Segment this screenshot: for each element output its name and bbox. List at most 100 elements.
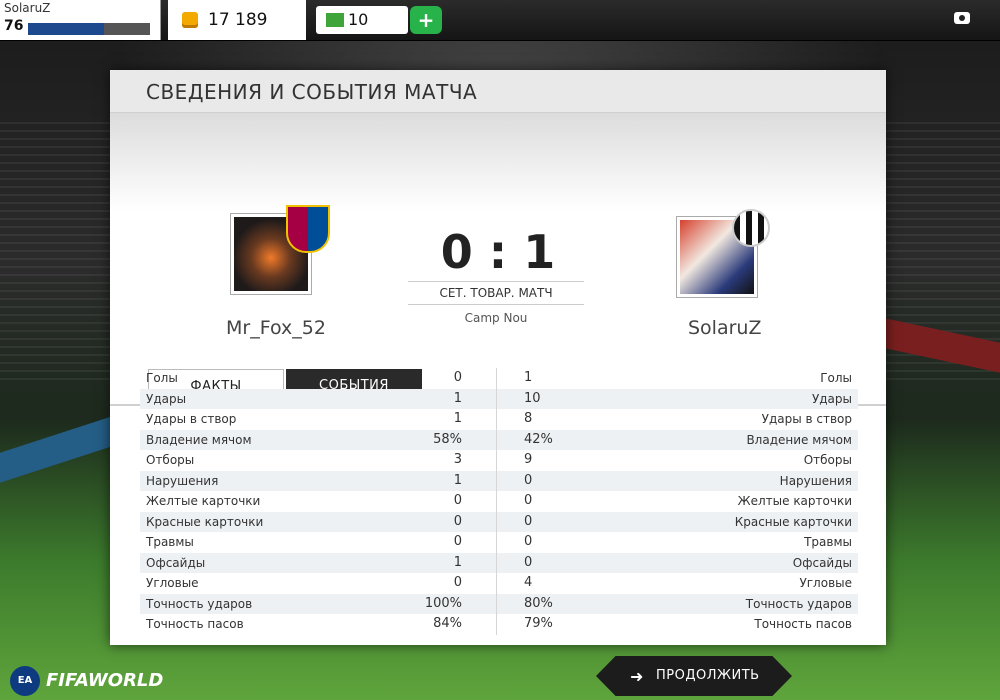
stat-row: Точность пасов 84% 79% Точность пасов [140,614,858,635]
ea-badge: EA [10,666,40,696]
stat-label-home: Удары [146,391,187,406]
stat-row: Офсайды 1 0 Офсайды [140,552,858,573]
stat-divider [496,573,497,594]
stat-row: Удары в створ 1 8 Удары в створ [140,409,858,430]
stat-value-home: 100% [424,595,462,611]
home-team-name: Mr_Fox_52 [226,317,326,339]
stat-divider [496,614,497,635]
player-name: SolaruZ [4,1,51,15]
coins-value: 17 189 [208,10,268,30]
stat-label-away: Голы [820,371,852,385]
stat-label-home: Травмы [146,535,194,549]
stat-value-away: 80% [524,595,553,611]
stat-label-away: Точность ударов [745,596,852,611]
stat-value-home: 84% [433,616,462,631]
continue-label: ПРОДОЛЖИТЬ [656,668,760,683]
stat-value-away: 1 [524,370,533,385]
stat-value-home: 0 [453,513,462,529]
stat-value-away: 8 [524,411,533,426]
stat-label-away: Владение мячом [746,432,852,447]
stat-label-away: Угловые [799,576,852,590]
stat-label-home: Отборы [146,453,195,467]
stat-row: Отборы 3 9 Отборы [140,450,858,471]
add-funds-button[interactable]: + [410,6,442,34]
stat-divider [496,593,497,614]
match-type: СЕТ. ТОВАР. МАТЧ [408,281,584,305]
stat-row: Угловые 0 4 Угловые [140,573,858,594]
match-summary-panel: СВЕДЕНИЯ И СОБЫТИЯ МАТЧА Mr_Fox_52 Solar… [110,70,886,645]
stat-label-away: Удары в створ [761,412,852,426]
match-venue: Camp Nou [464,311,528,325]
coins-display: 17 189 [168,0,306,40]
stat-value-away: 0 [524,493,533,508]
stat-row: Красные карточки 0 0 Красные карточки [140,511,858,532]
stat-divider [496,511,497,532]
stat-row: Владение мячом 58% 42% Владение мячом [140,429,858,450]
stat-row: Желтые карточки 0 0 Желтые карточки [140,491,858,512]
xp-progress-fill [28,23,104,35]
stat-label-home: Угловые [146,576,199,590]
away-team-name: SolaruZ [688,317,762,339]
stat-divider [496,552,497,573]
stat-value-home: 58% [433,431,462,447]
player-info[interactable]: SolaruZ 76 [0,0,161,40]
brand-text: FIFAWORLD [46,670,164,691]
stat-divider [496,429,497,450]
panel-title: СВЕДЕНИЯ И СОБЫТИЯ МАТЧА [146,80,478,104]
barcelona-crest-icon [286,205,330,253]
stat-value-away: 79% [524,616,553,631]
stat-divider [496,450,497,471]
fifa-world-logo: EA FIFAWORLD [10,664,170,698]
xp-progress-bar [28,23,150,35]
stat-value-home: 3 [453,452,462,467]
match-header: Mr_Fox_52 SolaruZ 0 : 1 СЕТ. ТОВАР. МАТЧ… [110,113,886,406]
stat-label-away: Удары [811,391,852,406]
stat-label-home: Точность ударов [146,596,253,611]
stat-value-away: 42% [524,431,553,447]
stat-row: Травмы 0 0 Травмы [140,532,858,553]
stat-divider [496,532,497,553]
continue-button[interactable]: ➜ ПРОДОЛЖИТЬ [596,656,792,696]
stat-row: Точность ударов 100% 80% Точность ударов [140,593,858,614]
stat-label-away: Красные карточки [734,514,852,529]
stat-label-home: Желтые карточки [146,494,261,508]
stat-divider [496,470,497,491]
stat-value-away: 0 [524,472,533,488]
stat-label-home: Удары в створ [146,412,237,426]
stat-value-home: 1 [453,390,462,406]
newcastle-crest-icon [732,209,770,247]
stat-label-home: Голы [146,371,178,385]
stat-value-home: 1 [453,411,462,426]
cash-value: 10 [348,10,369,29]
stat-value-away: 10 [524,390,541,406]
stat-value-away: 9 [524,452,533,467]
stat-divider [496,409,497,430]
stat-label-away: Травмы [804,535,852,549]
stat-value-away: 0 [524,554,533,570]
stat-value-home: 0 [453,575,462,590]
stat-value-home: 1 [453,472,462,488]
stat-label-home: Точность пасов [146,617,244,631]
stat-value-away: 4 [524,575,533,590]
stat-value-away: 0 [524,513,533,529]
stat-label-away: Отборы [803,453,852,467]
cash-display: 10 [316,6,408,34]
camera-icon[interactable] [954,12,970,24]
arrow-right-icon: ➜ [630,667,644,686]
stat-label-home: Офсайды [146,555,206,570]
stat-divider [496,368,497,389]
cash-icon [326,13,344,27]
stat-label-away: Офсайды [792,555,852,570]
stat-value-home: 0 [453,493,462,508]
stat-label-away: Точность пасов [754,617,852,631]
stat-divider [496,491,497,512]
panel-header: СВЕДЕНИЯ И СОБЫТИЯ МАТЧА [110,70,886,113]
stat-divider [496,388,497,409]
top-bar: SolaruZ 76 17 189 10 + [0,0,1000,41]
stat-label-home: Нарушения [146,473,219,488]
stat-row: Удары 1 10 Удары [140,388,858,409]
player-level: 76 [4,18,24,34]
stat-value-home: 0 [453,370,462,385]
stat-label-away: Желтые карточки [737,494,852,508]
stat-label-home: Владение мячом [146,432,252,447]
